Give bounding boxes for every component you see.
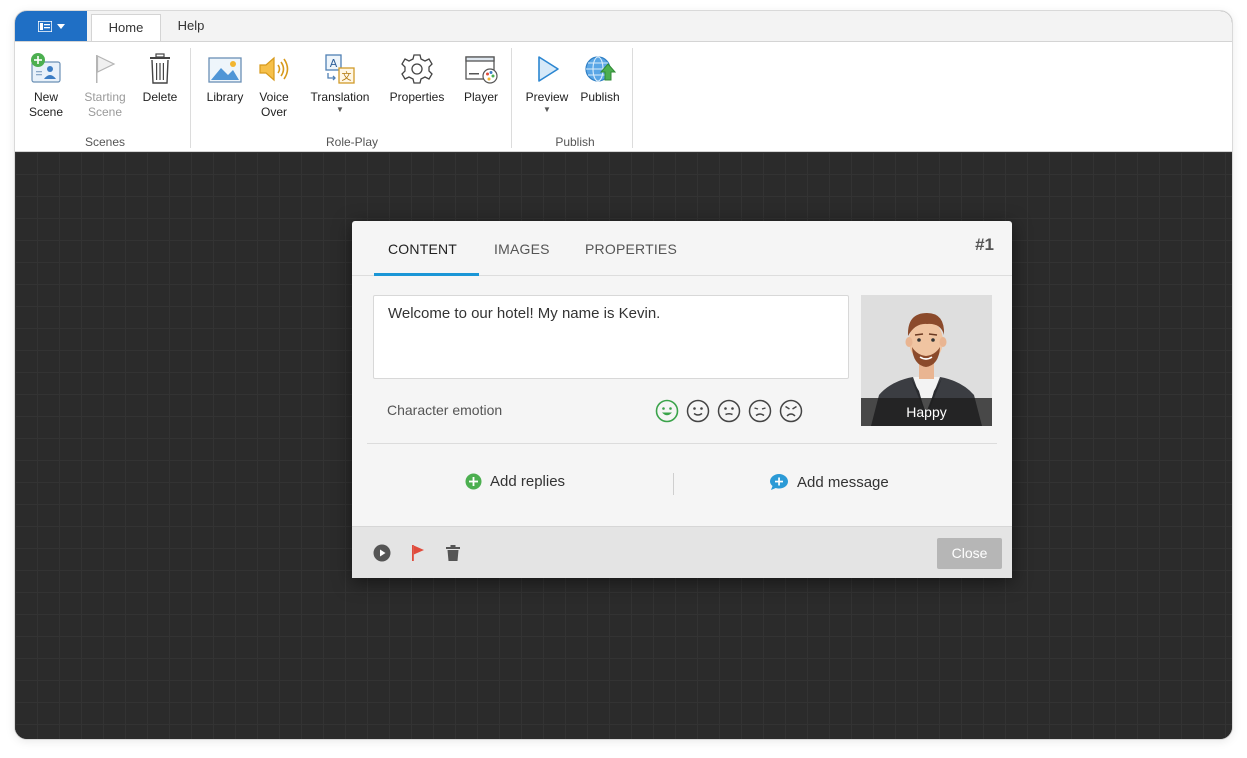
tab-help[interactable]: Help [171,11,211,41]
voice-over-button[interactable]: Voice Over [253,48,295,120]
library-button[interactable]: Library [201,48,249,105]
new-scene-label: New Scene [28,90,64,119]
publish-button[interactable]: Publish [575,48,625,105]
chevron-down-icon: ▼ [336,105,344,114]
preview-label: Preview [525,90,569,104]
add-circle-icon [465,473,482,490]
sad-icon[interactable] [748,399,772,423]
chat-bubble-add-icon [770,474,788,490]
menu-icon [37,20,52,32]
svg-text:文: 文 [342,70,352,83]
player-skin-icon [465,56,498,84]
happy-icon[interactable] [655,399,679,423]
neutral-smile-icon[interactable] [686,399,710,423]
publish-globe-icon [585,56,617,82]
play-icon [538,56,559,82]
message-text-field[interactable]: Welcome to our hotel! My name is Kevin. [373,295,849,379]
flag-icon [96,55,116,83]
slide-editor-dialog: CONTENT IMAGES PROPERTIES #1 Welcome to … [352,221,1012,578]
new-scene-button[interactable]: New Scene [23,48,69,120]
emotion-selector [655,399,803,423]
neutral-icon[interactable] [717,399,741,423]
group-label-publish: Publish [555,135,595,149]
svg-text:A: A [330,57,338,70]
tab-properties[interactable]: PROPERTIES [585,241,677,257]
selected-emotion-caption: Happy [861,398,992,426]
tab-content[interactable]: CONTENT [388,241,457,257]
player-button[interactable]: Player [457,48,505,105]
group-separator [190,48,191,148]
flag-icon[interactable] [409,544,427,562]
close-button[interactable]: Close [937,538,1002,569]
starting-scene-button[interactable]: Starting Scene [77,48,133,120]
chevron-down-icon: ▼ [543,105,551,114]
ribbon: New Scene Starting Scene Delete Scenes L… [15,41,1232,152]
properties-label: Properties [389,90,445,104]
app-window: Home Help New Scene Starting Scene Delet… [15,11,1232,739]
delete-label: Delete [142,90,178,104]
add-message-label: Add message [797,473,889,491]
divider [367,443,997,444]
translation-label: Translation [310,90,370,104]
add-replies-button[interactable]: Add replies [465,473,565,490]
player-label: Player [463,90,498,104]
file-menu-button[interactable] [15,11,87,41]
tab-images[interactable]: IMAGES [494,241,550,257]
translation-icon: A 文 [325,54,355,84]
angry-icon[interactable] [779,399,803,423]
image-library-icon [208,57,242,83]
add-message-button[interactable]: Add message [769,473,889,491]
library-label: Library [206,90,244,104]
new-scene-icon [31,53,61,83]
slide-number: #1 [975,235,994,254]
speaker-icon [259,56,289,82]
preview-button[interactable]: Preview ▼ [520,48,574,114]
trash-icon [150,53,170,84]
delete-button[interactable]: Delete [137,48,183,105]
properties-button[interactable]: Properties [382,48,452,105]
active-tab-indicator [374,273,479,276]
tab-home[interactable]: Home [91,14,161,42]
play-circle-icon[interactable] [373,544,391,562]
character-emotion-label: Character emotion [387,402,503,418]
dialog-tab-bar: CONTENT IMAGES PROPERTIES #1 [352,221,1012,276]
starting-scene-label: Starting Scene [84,90,126,119]
chevron-down-icon [56,23,65,29]
divider [673,473,674,495]
gear-icon [401,54,433,84]
translation-button[interactable]: A 文 Translation ▼ [305,48,375,114]
trash-icon[interactable] [444,544,462,562]
character-avatar[interactable]: Happy [861,295,992,426]
voice-over-label: Voice Over [259,90,289,119]
group-label-role-play: Role-Play [325,135,379,149]
dialog-footer: Close [352,526,1012,578]
group-label-scenes: Scenes [84,135,126,149]
ribbon-tab-bar: Home Help [15,11,1232,42]
add-replies-label: Add replies [490,473,566,490]
publish-label: Publish [580,90,620,104]
group-separator [511,48,512,148]
group-separator [632,48,633,148]
